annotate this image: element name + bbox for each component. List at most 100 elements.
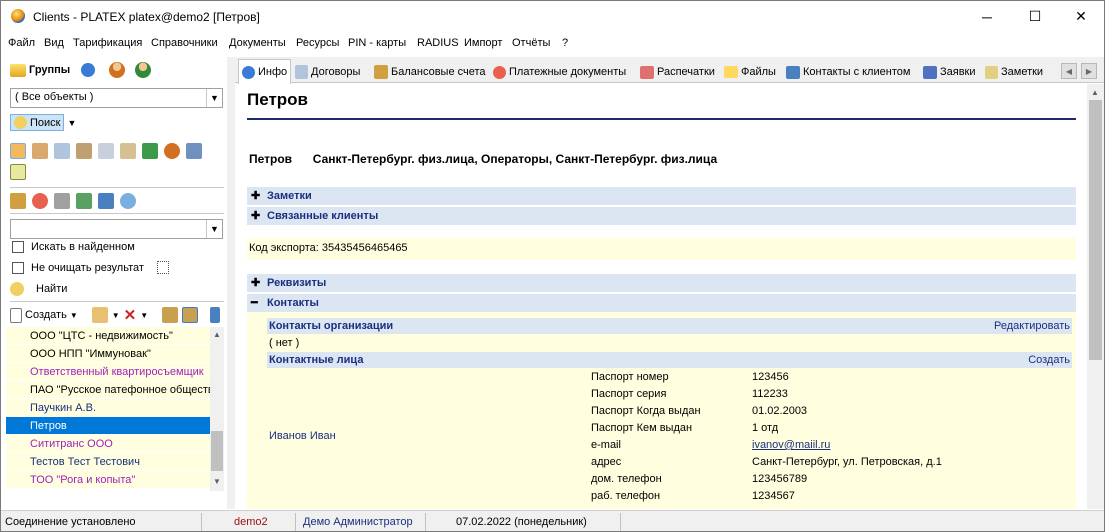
tab-scroll-right-icon[interactable]: ▶	[1081, 63, 1097, 79]
client-row[interactable]: Петров	[6, 417, 210, 435]
green-doc-icon[interactable]	[76, 193, 92, 209]
scroll-up-icon[interactable]: ▲	[213, 330, 221, 339]
checkbox-box[interactable]	[12, 261, 24, 274]
menu-pin-cards[interactable]: PIN - карты	[348, 37, 406, 49]
expand-icon[interactable]: ✚	[251, 274, 260, 292]
tab-requests[interactable]: Заявки	[920, 61, 979, 83]
user-key-icon[interactable]	[135, 62, 152, 78]
people-icon[interactable]	[10, 143, 26, 159]
chevron-down-icon[interactable]: ▼	[112, 311, 120, 320]
content-scrollbar[interactable]: ▲	[1087, 84, 1104, 509]
menu-view[interactable]: Вид	[44, 37, 64, 49]
tag-icon[interactable]	[186, 143, 202, 159]
client-row[interactable]: Сититранс ООО	[6, 435, 210, 453]
find-button[interactable]: Найти	[10, 282, 67, 296]
contact-persons-label: Контактные лица	[269, 354, 364, 366]
menu-tariffs[interactable]: Тарификация	[73, 37, 142, 49]
divider	[10, 301, 224, 302]
stack-icon[interactable]	[54, 193, 70, 209]
client-row[interactable]: Паучкин А.В.	[6, 399, 210, 417]
minimize-button[interactable]: ─	[964, 1, 1010, 32]
expand-icon[interactable]: ✚	[251, 187, 260, 205]
client-row[interactable]: ООО НПП "Иммуновак"	[6, 345, 210, 363]
search-dropdown-icon[interactable]: ▼	[67, 118, 76, 128]
tab-balance-accounts[interactable]: Балансовые счета	[371, 61, 489, 83]
search-combo[interactable]: ▼	[10, 219, 223, 239]
chevron-down-icon[interactable]: ▼	[206, 89, 222, 107]
edit-icon[interactable]	[91, 307, 108, 323]
card-icon[interactable]	[54, 143, 70, 159]
date-filter-icon[interactable]	[32, 143, 48, 159]
menu-file[interactable]: Файл	[8, 37, 35, 49]
edit-link[interactable]: Редактировать	[994, 318, 1070, 334]
client-row[interactable]: Тестов Тест Тестович	[6, 453, 210, 471]
contract-icon[interactable]	[76, 143, 92, 159]
maximize-button[interactable]: ☐	[1012, 1, 1058, 32]
tab-client-contacts[interactable]: Контакты с клиентом	[783, 61, 913, 83]
person-icon[interactable]	[164, 143, 180, 159]
document-icon[interactable]	[98, 143, 114, 159]
menu-import[interactable]: Импорт	[464, 37, 502, 49]
hierarchy-icon[interactable]	[142, 143, 158, 159]
clock-icon[interactable]	[32, 193, 48, 209]
right-panel: Инфо Договоры Балансовые счета Платежные…	[235, 57, 1104, 509]
create-button[interactable]: Создать ▼	[10, 307, 78, 323]
new-document-icon	[10, 307, 22, 323]
tab-scroll-left-icon[interactable]: ◀	[1061, 63, 1077, 79]
scales-icon[interactable]	[10, 193, 26, 209]
menu-radius[interactable]: RADIUS	[417, 37, 459, 49]
keep-results-checkbox[interactable]: Не очищать результат	[12, 261, 169, 274]
menu-resources[interactable]: Ресурсы	[296, 37, 339, 49]
tab-printouts[interactable]: Распечатки	[637, 61, 718, 83]
notes-section[interactable]: ✚ Заметки	[247, 187, 1076, 205]
tab-files[interactable]: Файлы	[721, 61, 779, 83]
expand-icon[interactable]: ✚	[251, 207, 260, 225]
create-contact-link[interactable]: Создать	[1028, 352, 1070, 368]
page-icon[interactable]	[156, 261, 169, 274]
tree-icon[interactable]	[210, 307, 221, 323]
tab-info[interactable]: Инфо	[238, 59, 292, 84]
contacts-section[interactable]: ━ Контакты	[247, 294, 1076, 312]
scroll-down-icon[interactable]: ▼	[213, 477, 221, 486]
tab-notes[interactable]: Заметки	[982, 61, 1046, 83]
scroll-up-icon[interactable]: ▲	[1091, 88, 1099, 97]
list-icon[interactable]	[120, 143, 136, 159]
info-icon[interactable]	[81, 63, 96, 77]
chevron-down-icon[interactable]: ▼	[140, 311, 148, 320]
objects-combo[interactable]: ( Все объекты ) ▼	[10, 88, 223, 108]
tab-contracts[interactable]: Договоры	[292, 61, 363, 83]
related-clients-section[interactable]: ✚ Связанные клиенты	[247, 207, 1076, 225]
user-icon[interactable]	[109, 62, 126, 78]
client-list-scrollbar[interactable]: ▲ ▼	[210, 327, 224, 491]
box-icon[interactable]	[98, 193, 114, 209]
client-row[interactable]: ТОО "Рога и копыта"	[6, 471, 210, 489]
chevron-down-icon[interactable]: ▼	[206, 220, 222, 238]
menu-help[interactable]: ?	[562, 37, 568, 49]
client-row[interactable]: Ответственный квартиросъемщик	[6, 363, 210, 381]
search-in-found-checkbox[interactable]: Искать в найденном	[12, 241, 135, 253]
scroll-thumb[interactable]	[1089, 100, 1102, 360]
groups-label[interactable]: Группы	[29, 64, 70, 76]
scroll-thumb[interactable]	[211, 431, 223, 471]
table-icon[interactable]	[10, 164, 26, 180]
printer-icon[interactable]	[120, 193, 136, 209]
panel-splitter[interactable]	[227, 57, 235, 509]
client-name: Ответственный квартиросъемщик	[30, 366, 204, 378]
client-row[interactable]: ООО "ЦТС - недвижимость"	[6, 327, 210, 345]
checkbox-box[interactable]	[12, 241, 24, 253]
email-link[interactable]: ivanov@maiil.ru	[752, 439, 830, 451]
requisites-section[interactable]: ✚ Реквизиты	[247, 274, 1076, 292]
search-button[interactable]: Поиск	[10, 114, 65, 131]
contact-person-name[interactable]: Иванов Иван	[269, 430, 336, 442]
menu-bar: Файл Вид Тарификация Справочники Докумен…	[1, 34, 1104, 54]
collapse-icon[interactable]: ━	[251, 294, 258, 312]
hand-pressed-icon[interactable]	[182, 307, 199, 323]
tab-payment-documents[interactable]: Платежные документы	[490, 61, 629, 83]
menu-directories[interactable]: Справочники	[151, 37, 218, 49]
client-row[interactable]: ПАО "Русское патефонное общество"	[6, 381, 210, 399]
close-button[interactable]: ✕	[1058, 1, 1104, 32]
delete-icon[interactable]: ✕	[124, 306, 137, 324]
menu-documents[interactable]: Документы	[229, 37, 286, 49]
hand-icon[interactable]	[162, 307, 179, 323]
menu-reports[interactable]: Отчёты	[512, 37, 550, 49]
